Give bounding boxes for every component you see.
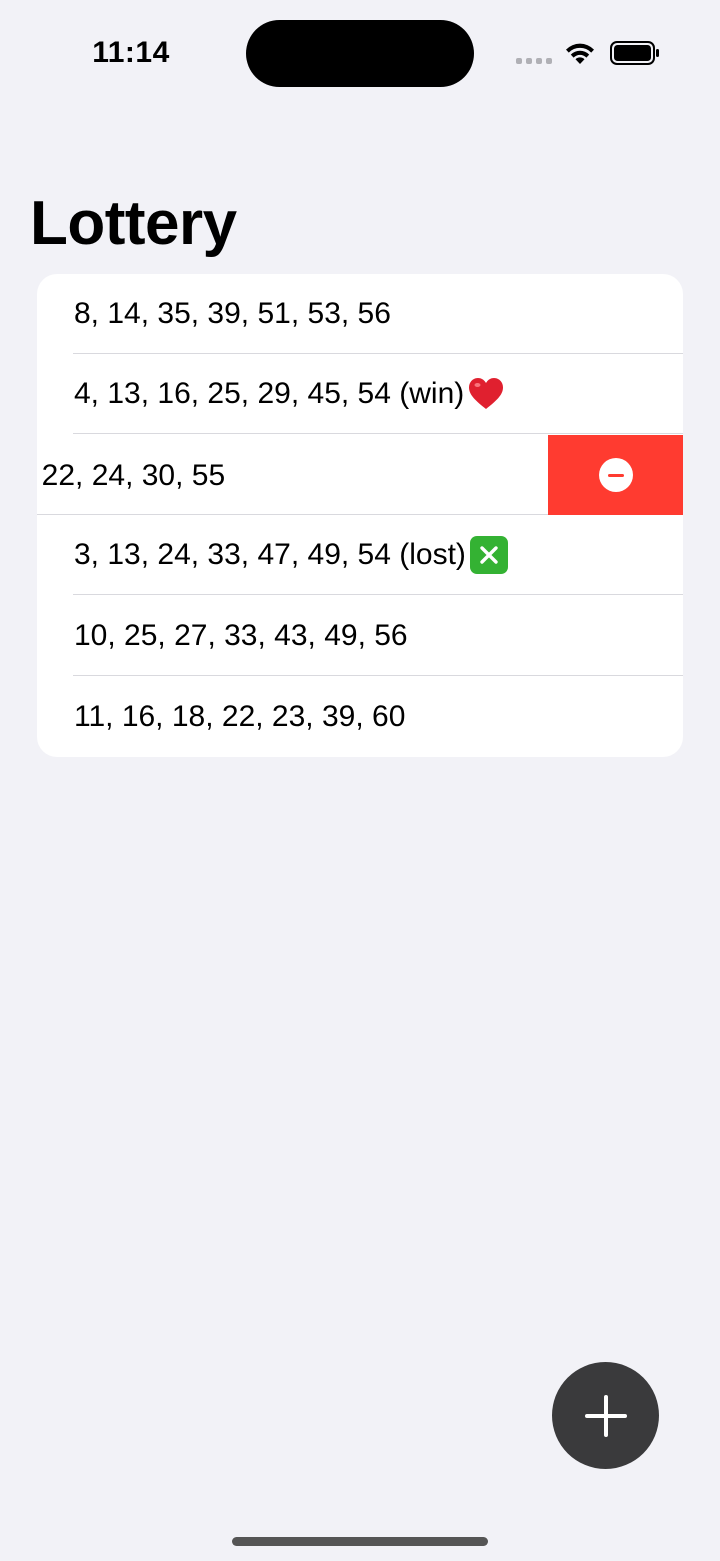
status-time: 11:14 [92, 36, 170, 69]
ticket-list: 8, 14, 35, 39, 51, 53, 56 4, 13, 16, 25,… [37, 274, 683, 757]
dynamic-island [246, 20, 474, 87]
battery-icon [610, 41, 659, 65]
wifi-icon [566, 43, 594, 64]
cross-mark-icon [469, 536, 508, 574]
ticket-row-content: 3, 13, 24, 33, 47, 49, 54 (lost) [74, 515, 508, 595]
minus-circle-icon [598, 458, 633, 492]
heart-icon [469, 378, 504, 409]
plus-icon [584, 1394, 627, 1437]
list-item-swiped[interactable]: , 22, 24, 30, 55 [37, 435, 683, 515]
row-divider [73, 433, 683, 434]
home-indicator[interactable] [232, 1537, 488, 1546]
status-bar: 11:14 [0, 0, 720, 108]
list-item[interactable]: 8, 14, 35, 39, 51, 53, 56 [37, 274, 683, 354]
page-title: Lottery [30, 189, 237, 258]
ticket-numbers: 11, 16, 18, 22, 23, 39, 60 [74, 700, 406, 733]
list-item[interactable]: 3, 13, 24, 33, 47, 49, 54 (lost) [37, 515, 683, 595]
ticket-numbers: 8, 14, 35, 39, 51, 53, 56 [74, 297, 391, 330]
ticket-numbers: 10, 25, 27, 33, 43, 49, 56 [74, 619, 408, 652]
delete-button[interactable] [548, 435, 683, 515]
ticket-numbers: , 22, 24, 30, 55 [37, 459, 226, 492]
list-item[interactable]: 4, 13, 16, 25, 29, 45, 54 (win) [37, 354, 683, 434]
ticket-row-content: 4, 13, 16, 25, 29, 45, 54 (win) [74, 354, 504, 434]
list-item[interactable]: 10, 25, 27, 33, 43, 49, 56 [37, 596, 683, 676]
list-item[interactable]: 11, 16, 18, 22, 23, 39, 60 [37, 677, 683, 757]
ticket-numbers: 3, 13, 24, 33, 47, 49, 54 (lost) [74, 538, 466, 571]
ticket-numbers: 4, 13, 16, 25, 29, 45, 54 (win) [74, 377, 465, 410]
add-ticket-button[interactable] [552, 1362, 659, 1469]
cellular-signal-icon [516, 58, 552, 64]
